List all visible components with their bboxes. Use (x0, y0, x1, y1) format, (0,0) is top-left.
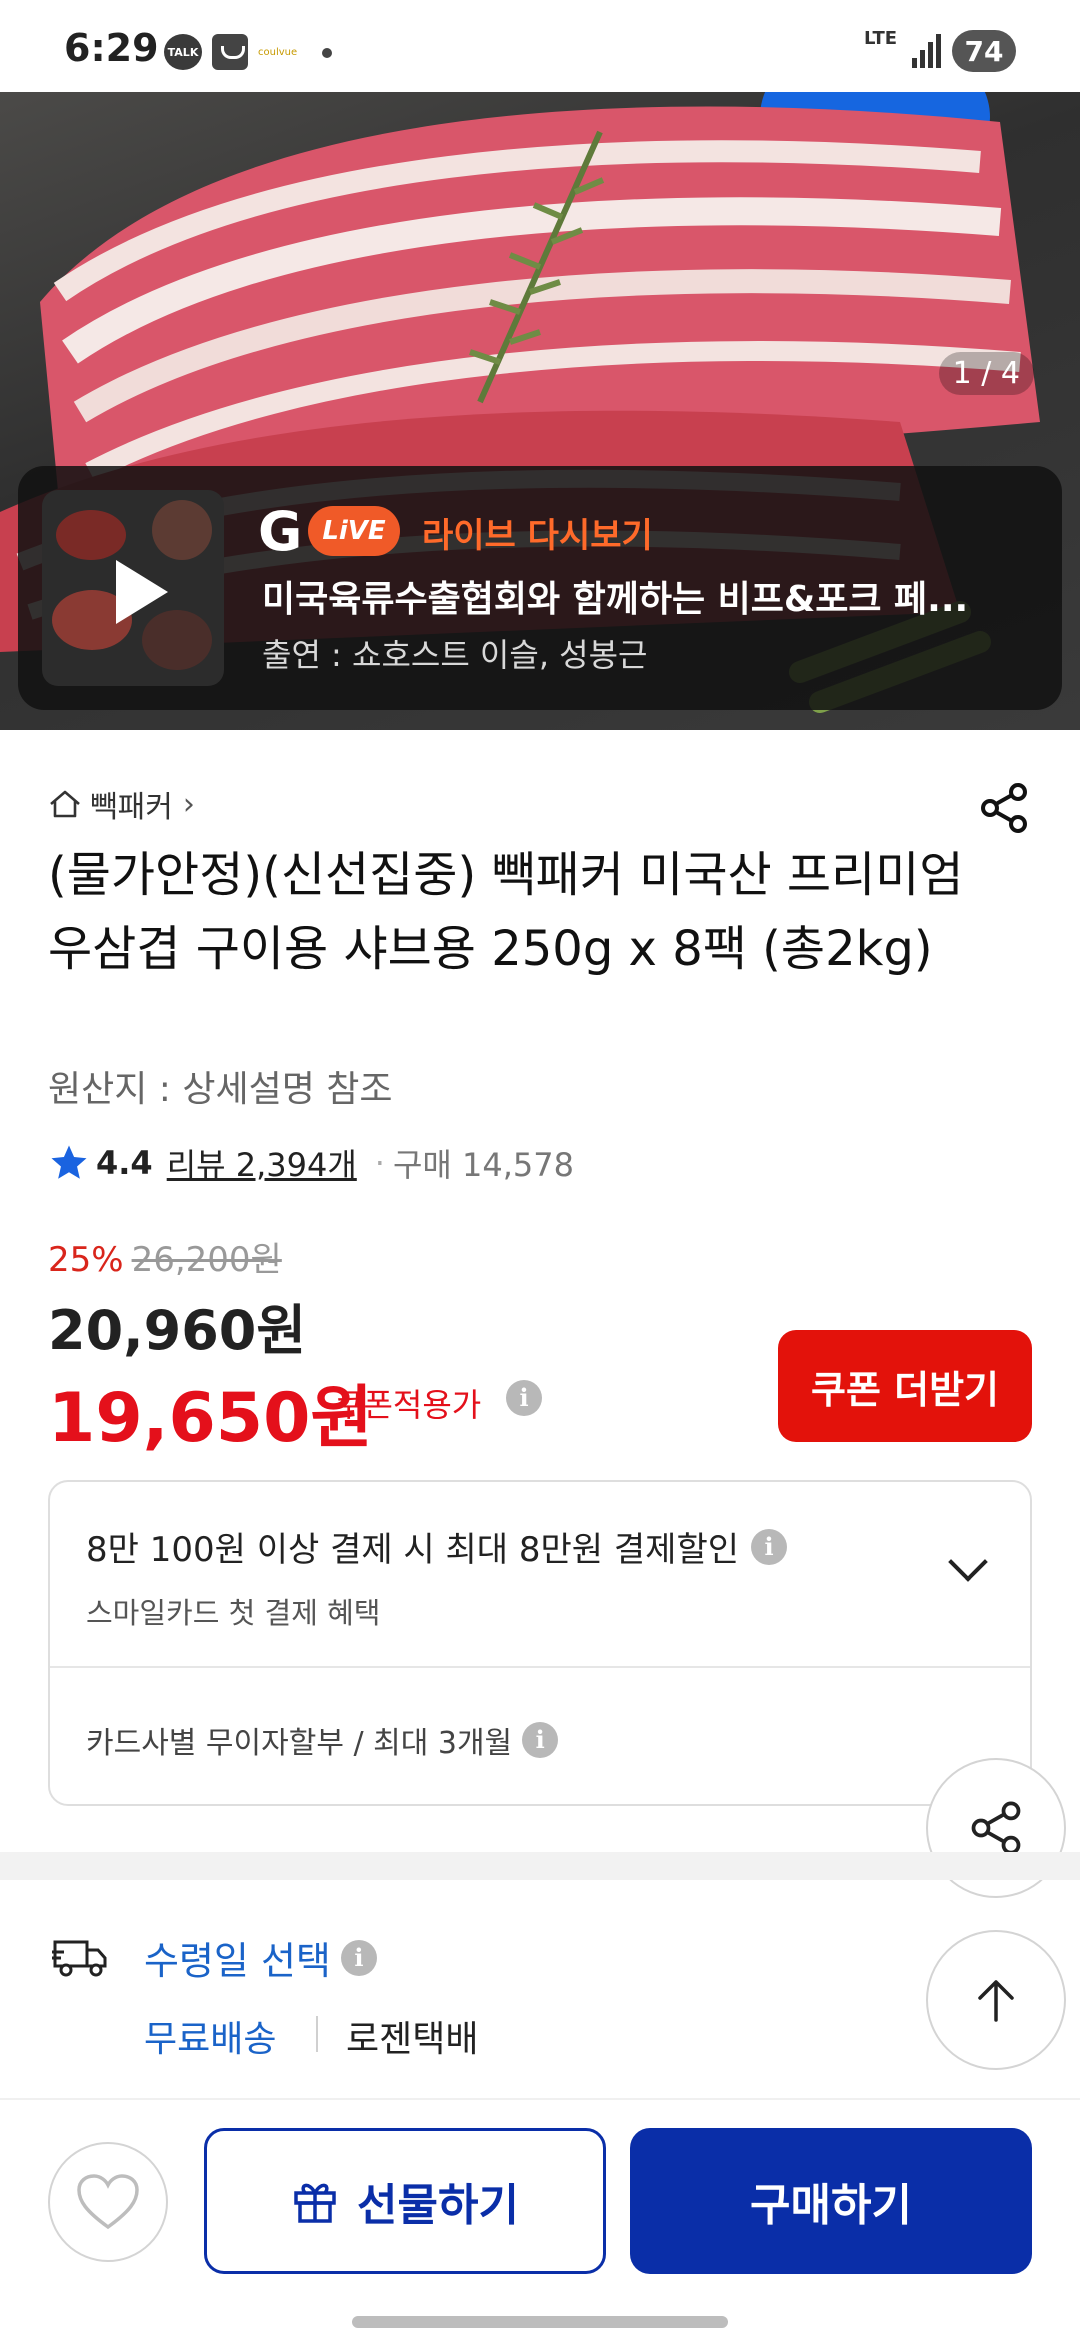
bottom-action-bar: 선물하기 구매하기 (0, 2098, 1080, 2340)
heart-icon (77, 2174, 139, 2230)
divider (50, 1666, 1030, 1668)
arrow-up-icon (978, 1980, 1014, 2022)
info-icon[interactable]: i (506, 1380, 542, 1416)
live-replay-card[interactable]: G LiVE 라이브 다시보기 미국육류수출협회와 함께하는 비프&포크 페..… (18, 466, 1062, 710)
benefit-main-text: 8만 100원 이상 결제 시 최대 8만원 결제할인 (86, 1530, 740, 1570)
lte-indicator: LTE (864, 28, 898, 49)
discount-row: 25% 26,200원 (48, 1232, 282, 1281)
scroll-to-top-button[interactable] (926, 1930, 1066, 2070)
review-link[interactable]: 리뷰 2,394개 (167, 1140, 357, 1186)
share-icon (971, 1801, 1021, 1855)
more-notifications-dot-icon (322, 48, 332, 58)
signal-strength-icon (912, 34, 944, 68)
separator-dot: · (374, 1144, 385, 1182)
image-counter: 1 / 4 (938, 352, 1034, 395)
share-icon[interactable] (976, 780, 1032, 836)
installment-info: 카드사별 무이자할부 / 최대 3개월 i (86, 1718, 559, 1762)
delivery-date-label[interactable]: 수령일 선택 (144, 1930, 331, 1985)
info-icon[interactable]: i (522, 1722, 559, 1758)
live-replay-tag: 라이브 다시보기 (422, 516, 653, 556)
live-cast: 출연 : 쇼호스트 이슬, 성봉근 (262, 636, 648, 674)
benefit-main[interactable]: 8만 100원 이상 결제 시 최대 8만원 결제할인 i (86, 1522, 788, 1571)
play-icon[interactable] (116, 560, 168, 624)
status-bar: 6:29 TALK coulvue LTE 74 (0, 0, 1080, 92)
brand-notification-icon: coulvue (258, 46, 298, 58)
sale-price: 20,960원 (48, 1299, 307, 1362)
section-divider (0, 1852, 1080, 1880)
truck-icon (52, 1940, 107, 1977)
live-title[interactable]: 미국육류수출협회와 함께하는 비프&포크 페... (262, 570, 1022, 622)
original-price: 26,200원 (131, 1240, 282, 1280)
divider (316, 2016, 318, 2052)
origin-info: 원산지 : 상세설명 참조 (48, 1069, 393, 1110)
star-icon (51, 1145, 87, 1179)
chevron-down-icon[interactable] (948, 1542, 988, 1582)
gift-icon (294, 2183, 336, 2223)
installment-text: 카드사별 무이자할부 / 최대 3개월 (86, 1726, 513, 1761)
product-title: (물가안정)(신선집중) 빽패커 미국산 프리미엄 우삼겹 구이용 샤브용 25… (48, 847, 964, 977)
benefit-sub: 스마일카드 첫 결제 혜택 (86, 1596, 381, 1630)
gift-button[interactable]: 선물하기 (204, 2128, 606, 2274)
info-icon[interactable]: i (751, 1528, 788, 1565)
courier-name: 로젠택배 (346, 2019, 479, 2060)
payment-benefits-box: 8만 100원 이상 결제 시 최대 8만원 결제할인 i 스마일카드 첫 결제… (48, 1480, 1032, 1806)
rating-value: 4.4 (96, 1144, 153, 1182)
breadcrumb[interactable]: 빽패커 › (48, 782, 195, 826)
coupon-price: 19,650원 (48, 1379, 373, 1458)
wishlist-button[interactable] (48, 2142, 168, 2262)
battery-indicator: 74 (952, 30, 1016, 72)
discount-rate: 25% (48, 1240, 124, 1280)
kakaotalk-notification-icon: TALK (164, 34, 202, 70)
coupon-price-label: 쿠폰적용가 (334, 1386, 482, 1424)
live-logo-badge: LiVE (308, 506, 400, 556)
more-coupons-button[interactable]: 쿠폰 더받기 (778, 1330, 1032, 1442)
delivery-date-select[interactable]: 수령일 선택 i (144, 1930, 377, 1985)
g-logo: G (258, 500, 303, 563)
shopping-notification-icon (212, 34, 248, 70)
breadcrumb-store[interactable]: 빽패커 (90, 782, 173, 826)
live-video-thumbnail[interactable] (42, 490, 224, 686)
rating-row: 4.4 리뷰 2,394개 · 구매 14,578 (48, 1140, 574, 1186)
home-indicator[interactable] (352, 2316, 728, 2328)
home-icon (50, 790, 80, 818)
info-icon[interactable]: i (340, 1939, 377, 1976)
gift-label: 선물하기 (357, 2180, 519, 2231)
purchase-count: 구매 14,578 (392, 1146, 574, 1184)
status-time: 6:29 (64, 26, 159, 70)
chevron-right-icon: › (182, 786, 195, 822)
free-shipping: 무료배송 (144, 2019, 277, 2060)
buy-button[interactable]: 구매하기 (630, 2128, 1032, 2274)
